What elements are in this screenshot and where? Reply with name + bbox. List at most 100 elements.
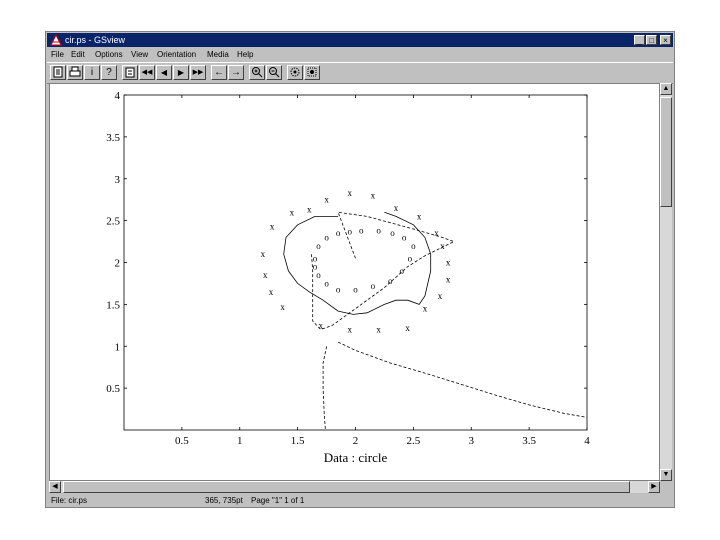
dashed-boundary-line-5 <box>337 341 588 418</box>
point-marker-x: x <box>438 291 443 301</box>
horizontal-scrollbar[interactable]: ◀ ▶ <box>49 481 660 493</box>
info-button[interactable]: i <box>84 65 100 80</box>
title-bar[interactable]: cir.ps - GSview _ □ × <box>47 33 673 47</box>
menu-view[interactable]: View <box>131 48 148 61</box>
scroll-down-button[interactable]: ▼ <box>660 469 672 481</box>
rewind-icon: ◀◀ <box>141 69 153 76</box>
menu-edit[interactable]: Edit <box>71 48 85 61</box>
back-icon: ← <box>214 67 224 78</box>
back-button[interactable]: ← <box>211 65 227 80</box>
point-marker-o: o <box>336 284 341 294</box>
help-icon: ? <box>106 67 112 78</box>
menu-help[interactable]: Help <box>237 48 253 61</box>
x-tick-label: 2.5 <box>407 435 421 447</box>
point-marker-x: x <box>307 205 312 215</box>
zoom-in-button[interactable] <box>249 65 265 80</box>
point-marker-o: o <box>353 284 358 294</box>
y-tick-label: 1.5 <box>106 299 120 311</box>
horizontal-scroll-thumb[interactable] <box>63 481 630 493</box>
scroll-up-button[interactable]: ▲ <box>660 83 672 95</box>
y-tick-label: 2 <box>115 258 121 270</box>
plot-box <box>123 94 588 431</box>
gsview-window: cir.ps - GSview _ □ × File Edit Options … <box>45 31 675 508</box>
point-marker-o: o <box>376 226 381 236</box>
x-tick-label: 3.5 <box>522 435 536 447</box>
magnify-button[interactable] <box>287 65 303 80</box>
magnify-dotted-button[interactable] <box>304 65 320 80</box>
point-marker-x: x <box>440 241 445 251</box>
goto-page-button[interactable] <box>122 65 138 80</box>
point-marker-o: o <box>324 278 329 288</box>
fast-forward-icon: ▶▶ <box>192 69 204 76</box>
point-marker-x: x <box>446 274 451 284</box>
point-marker-o: o <box>313 262 318 272</box>
next-page-icon: ▶ <box>177 68 185 77</box>
point-marker-o: o <box>336 228 341 238</box>
plot-frame <box>123 94 588 431</box>
y-tick-label: 0.5 <box>106 383 120 395</box>
status-page: Page "1" 1 of 1 <box>251 496 305 505</box>
zoom-out-button[interactable] <box>266 65 282 80</box>
point-marker-x: x <box>324 195 329 205</box>
point-marker-x: x <box>394 203 399 213</box>
point-marker-o: o <box>359 226 364 236</box>
point-marker-x: x <box>270 221 275 231</box>
point-marker-x: x <box>263 270 268 280</box>
maximize-button[interactable]: □ <box>646 35 657 45</box>
scroll-left-button[interactable]: ◀ <box>49 481 61 493</box>
point-marker-o: o <box>390 228 395 238</box>
x-tick-label: 1.5 <box>291 435 305 447</box>
window-title: cir.ps - GSview <box>65 35 126 45</box>
scroll-right-button[interactable]: ▶ <box>648 481 660 493</box>
forward-button[interactable]: → <box>228 65 244 80</box>
y-tick-label: 4 <box>115 90 121 102</box>
point-marker-x: x <box>261 249 266 259</box>
dashed-boundary-line-3 <box>311 211 455 330</box>
point-marker-o: o <box>411 241 416 251</box>
arrow-down-icon: ▼ <box>662 471 670 478</box>
page-icon <box>53 66 63 78</box>
x-tick-labels: 0.5 1 1.5 2 2.5 3 3.5 4 <box>175 435 590 447</box>
status-coords: 365, 735pt <box>205 496 243 505</box>
menu-options[interactable]: Options <box>95 48 123 61</box>
next-page-button[interactable]: ▶ <box>173 65 189 80</box>
x-axis-label: Data : circle <box>324 450 388 465</box>
x-tick-label: 2 <box>353 435 359 447</box>
menu-bar: File Edit Options View Orientation Media… <box>47 48 673 61</box>
y-tick-label: 1 <box>115 341 121 353</box>
document-view[interactable]: 0.5 1 1.5 2 2.5 3 3.5 4 0.5 1 1.5 2 2.5 3 3.5 4 oooooo… <box>49 83 660 481</box>
point-marker-o: o <box>324 232 329 242</box>
point-marker-o: o <box>400 266 405 276</box>
point-marker-x: x <box>371 191 376 201</box>
zoom-out-icon <box>269 67 280 78</box>
gsview-app-icon <box>50 34 62 46</box>
menu-orientation[interactable]: Orientation <box>157 48 196 61</box>
vertical-scroll-thumb[interactable] <box>660 97 672 207</box>
y-tick-label: 3 <box>115 174 121 186</box>
help-button[interactable]: ? <box>101 65 117 80</box>
menu-media[interactable]: Media <box>207 48 229 61</box>
arrow-left-icon: ◀ <box>52 483 58 490</box>
last-page-button[interactable]: ▶▶ <box>190 65 206 80</box>
point-marker-o: o <box>347 227 352 237</box>
status-bar: File: cir.ps 365, 735pt Page "1" 1 of 1 <box>47 494 673 507</box>
x-tick-label: 1 <box>237 435 243 447</box>
goto-page-icon <box>125 67 135 78</box>
prev-page-button[interactable]: ◀ <box>156 65 172 80</box>
vertical-scrollbar[interactable]: ▲ ▼ <box>660 83 672 481</box>
open-button[interactable] <box>50 65 66 80</box>
close-button[interactable]: × <box>660 35 671 45</box>
zoom-in-icon <box>252 67 263 78</box>
menu-file[interactable]: File <box>51 48 64 61</box>
info-icon: i <box>90 67 94 78</box>
point-marker-x: x <box>280 302 285 312</box>
point-marker-o: o <box>408 253 413 263</box>
tick-marks <box>124 94 588 430</box>
point-marker-x: x <box>347 325 352 335</box>
print-button[interactable] <box>67 65 83 80</box>
first-page-button[interactable]: ◀◀ <box>139 65 155 80</box>
x-tick-label: 3 <box>469 435 475 447</box>
magnify-dotted-icon <box>307 67 317 77</box>
minimize-button[interactable]: _ <box>634 35 645 45</box>
point-marker-x: x <box>417 211 422 221</box>
